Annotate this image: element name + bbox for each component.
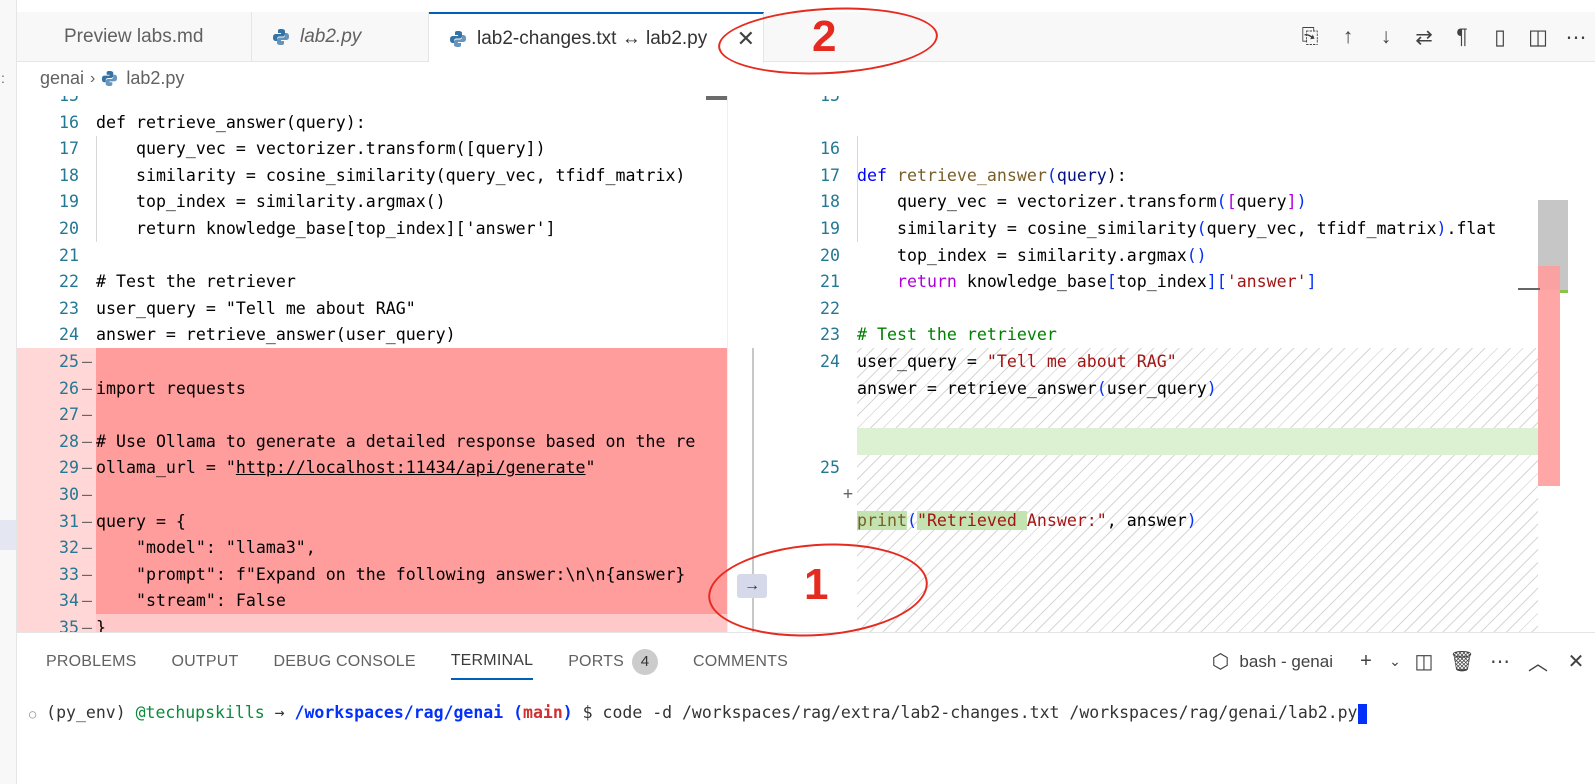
editor-toolbar: ⎘ ↑ ↓ ⇄ ¶ ▯ ◫ ⋯ xyxy=(1291,12,1595,62)
code-line: 16 def retrieve_answer(query): xyxy=(820,139,1127,185)
code-line: 24 answer = retrieve_answer(user_query) xyxy=(59,325,456,345)
activity-selection xyxy=(0,520,16,550)
deleted-code-line: 29— ollama_url = "http://localhost:11434/… xyxy=(59,458,596,478)
arrow-up-icon[interactable]: ↑ xyxy=(1329,25,1367,49)
code-line: 21 xyxy=(820,272,840,292)
annotation-number-2: 2 xyxy=(812,12,837,61)
chevron-down-icon[interactable]: ⌄ xyxy=(1385,653,1405,670)
code-line: 15 xyxy=(17,96,727,110)
url-link[interactable]: http://localhost:11434/api/generate xyxy=(236,458,586,477)
tab-terminal[interactable]: TERMINAL xyxy=(450,652,534,680)
code-line: 21 xyxy=(59,245,79,265)
tab-label: Preview labs.md xyxy=(64,26,204,47)
terminal-cursor xyxy=(1357,703,1367,724)
ruler-position-mark xyxy=(1518,288,1540,290)
code-line: 17 query_vec = vectorizer.transform([que… xyxy=(59,139,546,159)
tab-debug-console[interactable]: DEBUG CONSOLE xyxy=(274,653,416,679)
code-line: 18 similarity = cosine_similarity(query_… xyxy=(59,165,686,185)
deleted-code-line: 34— "stream": False xyxy=(59,591,286,611)
tab-ports[interactable]: PORTS 4 xyxy=(568,649,659,683)
code-line: 20 return knowledge_base[top_index]['ans… xyxy=(59,219,556,238)
breadcrumb-folder[interactable]: genai xyxy=(40,68,84,89)
arrow-down-icon[interactable]: ↓ xyxy=(1367,25,1405,49)
python-icon xyxy=(102,70,118,87)
tab-problems[interactable]: PROBLEMS xyxy=(46,653,137,679)
activity-bar: : xyxy=(0,0,17,784)
tab-output[interactable]: OUTPUT xyxy=(172,653,239,679)
code-line: 19 top_index = similarity.argmax() xyxy=(59,192,446,212)
tab-preview-labs[interactable]: Preview labs.md xyxy=(17,12,252,62)
deleted-code-line: 30— xyxy=(59,485,92,504)
added-ruler-mark xyxy=(1560,290,1568,293)
python-icon xyxy=(450,30,466,47)
split-editor-icon[interactable]: ◫ xyxy=(1519,25,1557,50)
more-icon[interactable]: ⋯ xyxy=(1481,649,1519,674)
close-panel-icon[interactable]: ✕ xyxy=(1557,649,1595,674)
open-file-icon[interactable]: ⎘ xyxy=(1291,25,1329,49)
code-line: 20 return knowledge_base[top_index]['ans… xyxy=(820,245,1317,292)
chevron-right-icon: › xyxy=(90,69,96,87)
tab-comments[interactable]: COMMENTS xyxy=(693,653,788,679)
terminal-shell-icon: ⬡ xyxy=(1211,651,1230,673)
deleted-code-line: 27— xyxy=(59,405,92,425)
deleted-code-line: 25— xyxy=(59,352,92,371)
deleted-code-line: 26— import requests xyxy=(59,378,246,398)
deleted-ruler-mark xyxy=(1538,266,1560,486)
trash-icon[interactable]: 🗑 xyxy=(1443,649,1481,674)
more-icon[interactable]: ⋯ xyxy=(1557,25,1595,50)
left-scroll-indicator[interactable] xyxy=(706,96,727,100)
overflow-dots-icon[interactable]: : xyxy=(1,70,5,86)
python-icon xyxy=(273,29,289,45)
terminal-status-icon: ○ xyxy=(29,707,37,721)
panel-actions: ⬡ bash - genai + ⌄ ◫ 🗑 ⋯ ︿ ✕ xyxy=(1201,647,1595,676)
added-code-line: 25 + print("Retrieved Answer:", answer) xyxy=(820,457,1197,530)
code-line: 15 xyxy=(778,96,1538,110)
code-line: 18 similarity = cosine_similarity(query_… xyxy=(820,192,1497,238)
terminal-shell-selector[interactable]: ⬡ bash - genai xyxy=(1201,649,1333,674)
breadcrumb-file[interactable]: lab2.py xyxy=(126,68,184,89)
diff-original-editor[interactable]: 15 16def retrieve_answer(query): 17 query_… xyxy=(17,96,727,632)
tab-diff-lab2[interactable]: lab2-changes.txt ↔ lab2.py ✕ xyxy=(429,12,764,63)
deleted-code-line: 32— "model": "llama3", xyxy=(59,538,316,558)
code-line: 22 # Test the retriever xyxy=(820,298,1057,345)
deleted-code-line: 35—} xyxy=(59,618,106,632)
tab-label: lab2.py xyxy=(300,26,362,47)
new-terminal-icon[interactable]: + xyxy=(1347,650,1385,673)
deleted-code-line: 31— query = { xyxy=(59,511,186,531)
shell-label: bash - genai xyxy=(1239,651,1333,671)
ports-count-badge: 4 xyxy=(632,649,659,675)
panel-tabs: PROBLEMS OUTPUT DEBUG CONSOLE TERMINAL P… xyxy=(46,649,823,683)
maximize-panel-icon[interactable]: ︿ xyxy=(1519,647,1557,676)
map-icon[interactable]: ▯ xyxy=(1481,25,1519,50)
swap-icon[interactable]: ⇄ xyxy=(1405,25,1443,50)
code-line: 17 query_vec = vectorizer.transform([que… xyxy=(820,165,1307,212)
code-line: 23 user_query = "Tell me about RAG" xyxy=(820,325,1177,371)
terminal-output[interactable]: ○ (py_env) @techupskills → /workspaces/r… xyxy=(29,703,1367,724)
annotation-number-1: 1 xyxy=(804,560,829,609)
bottom-panel: PROBLEMS OUTPUT DEBUG CONSOLE TERMINAL P… xyxy=(17,632,1595,784)
split-terminal-icon[interactable]: ◫ xyxy=(1405,649,1443,674)
deleted-code-line: 28— # Use Ollama to generate a detailed r… xyxy=(59,431,696,451)
tab-lab2-py[interactable]: lab2.py xyxy=(252,12,429,62)
pilcrow-icon[interactable]: ¶ xyxy=(1443,25,1481,49)
code-line: 23 user_query = "Tell me about RAG" xyxy=(59,298,416,318)
code-line: 22 # Test the retriever xyxy=(59,272,296,292)
code-line: 24 answer = retrieve_answer(user_query) xyxy=(820,351,1217,398)
code-line: 19 top_index = similarity.argmax() xyxy=(820,218,1207,265)
deleted-code-line: 33— "prompt": f"Expand on the following … xyxy=(59,564,686,584)
code-line: 16 def retrieve_answer(query): xyxy=(59,112,366,132)
breadcrumb: genai › lab2.py xyxy=(40,68,184,89)
tab-label: lab2-changes.txt ↔ lab2.py xyxy=(477,27,708,49)
tab-ports-label: PORTS xyxy=(568,653,625,670)
overview-ruler[interactable] xyxy=(1518,96,1595,632)
